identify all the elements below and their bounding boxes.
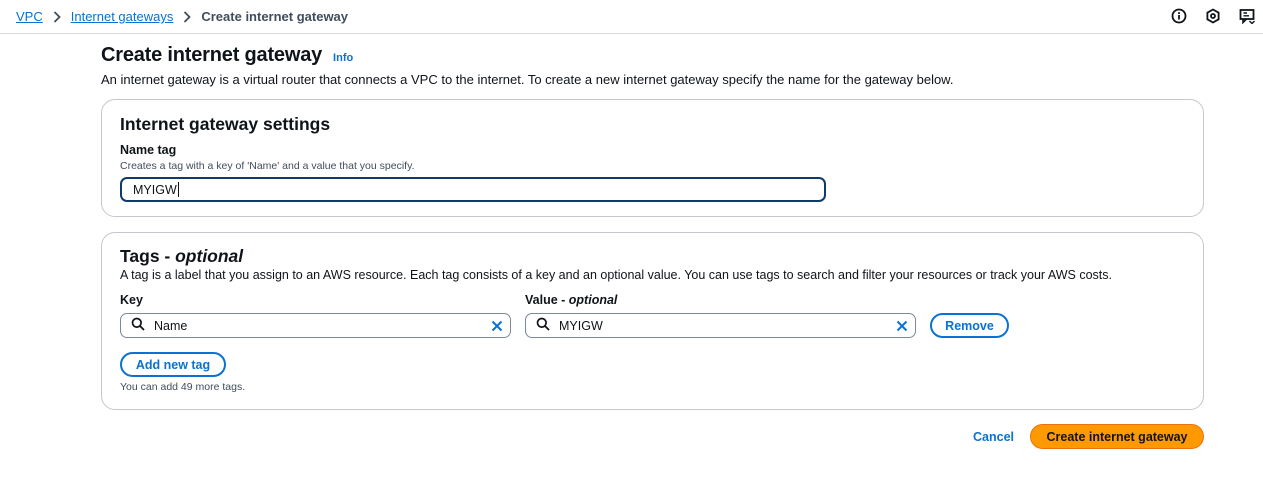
chevron-right-icon [43, 10, 71, 23]
form-actions: Cancel Create internet gateway [973, 424, 1204, 449]
internet-gateway-settings-panel: Internet gateway settings Name tag Creat… [101, 99, 1204, 217]
breadcrumb: VPC Internet gateways Create internet ga… [16, 9, 348, 24]
title-row: Create internet gateway Info [101, 44, 1211, 67]
breadcrumb-link-internet-gateways[interactable]: Internet gateways [71, 9, 174, 24]
settings-hexagon-icon[interactable] [1205, 8, 1221, 24]
page-header: Create internet gateway Info An internet… [101, 44, 1211, 87]
breadcrumb-current: Create internet gateway [201, 9, 349, 24]
name-tag-description: Creates a tag with a key of 'Name' and a… [120, 160, 415, 172]
tags-limit-text: You can add 49 more tags. [120, 381, 246, 393]
page-title: Create internet gateway [101, 44, 323, 66]
info-link[interactable]: Info [333, 52, 353, 64]
tag-value-input[interactable]: MYIGW [525, 313, 916, 338]
tag-key-input[interactable]: Name [120, 313, 511, 338]
chevron-right-icon [173, 10, 201, 23]
tags-title-optional: optional [175, 246, 244, 266]
top-bar: VPC Internet gateways Create internet ga… [0, 0, 1263, 34]
tags-panel-title: Tags - optional [120, 246, 243, 267]
info-circle-icon[interactable] [1171, 8, 1187, 24]
cancel-button[interactable]: Cancel [973, 430, 1014, 444]
key-label: Key [120, 293, 143, 307]
tag-value-value: MYIGW [559, 318, 603, 333]
tags-panel: Tags - optional A tag is a label that yo… [101, 232, 1204, 410]
name-tag-input-value: MYIGW [133, 182, 177, 197]
tags-description: A tag is a label that you assign to an A… [120, 268, 1112, 282]
settings-panel-title: Internet gateway settings [120, 114, 331, 134]
remove-tag-button[interactable]: Remove [930, 313, 1009, 338]
feedback-icon[interactable] [1239, 8, 1255, 24]
search-icon [131, 317, 145, 334]
text-caret [177, 182, 179, 197]
value-label-optional: optional [568, 293, 618, 307]
page-description: An internet gateway is a virtual router … [101, 72, 954, 87]
add-new-tag-button[interactable]: Add new tag [120, 352, 226, 377]
value-label-main: Value - [525, 293, 569, 307]
tag-key-value: Name [154, 318, 188, 333]
search-icon [536, 317, 550, 334]
value-label: Value - optional [525, 293, 617, 307]
clear-key-icon[interactable] [484, 320, 510, 332]
breadcrumb-link-vpc[interactable]: VPC [16, 9, 43, 24]
tags-title-main: Tags - [120, 246, 176, 266]
clear-value-icon[interactable] [889, 320, 915, 332]
top-icons [1171, 8, 1255, 24]
create-internet-gateway-button[interactable]: Create internet gateway [1030, 424, 1204, 449]
name-tag-input[interactable]: MYIGW [120, 177, 826, 202]
name-tag-label: Name tag [120, 143, 177, 157]
